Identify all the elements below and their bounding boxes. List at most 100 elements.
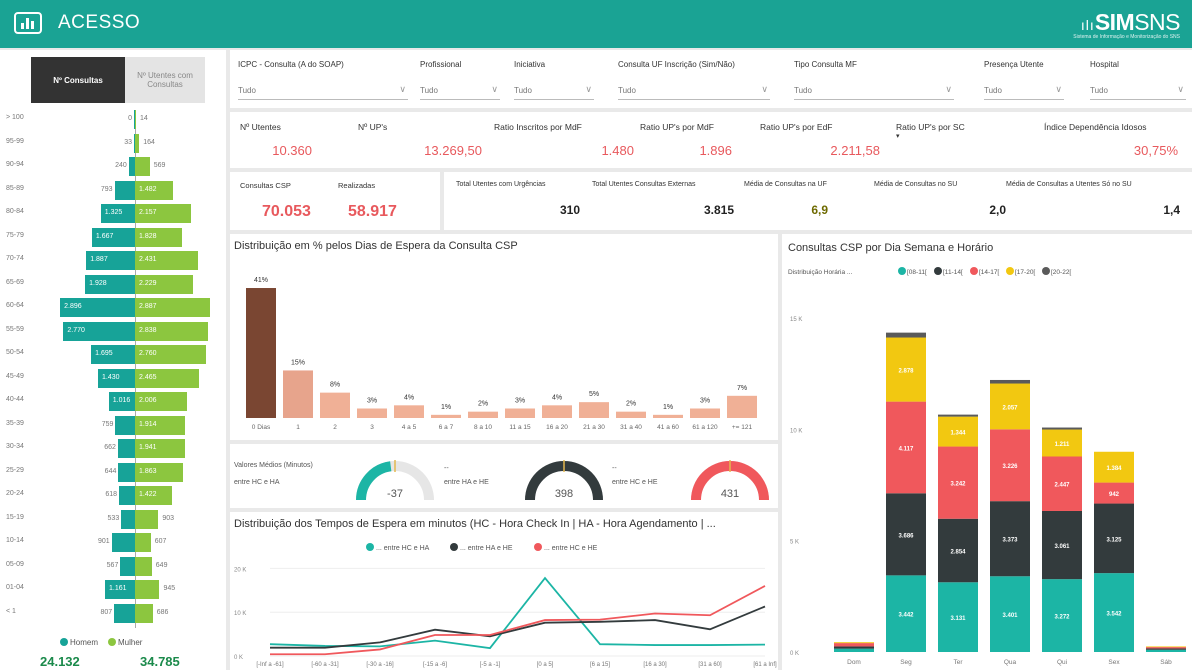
wait-bar-label: 15% <box>291 359 305 366</box>
wait-bar <box>690 408 720 418</box>
kpi-value: 58.917 <box>348 203 397 220</box>
segment-label: 2.878 <box>898 369 914 375</box>
age-label: 65-69 <box>6 278 24 286</box>
pyramid-row: 70-74 1.887 2.431 <box>0 251 226 270</box>
filter-label: Presença Utente <box>984 60 1044 69</box>
legend-dot <box>534 543 542 551</box>
filter-select[interactable]: Tudo <box>514 82 594 100</box>
female-value: 945 <box>163 585 176 592</box>
legend-dot <box>1006 267 1014 275</box>
male-value: 0 <box>128 115 132 122</box>
wait-bar <box>357 408 387 418</box>
pyramid-row: 60-64 2.896 2.887 <box>0 298 226 317</box>
male-value: 1.928 <box>89 279 107 287</box>
filter-select[interactable]: Tudo <box>984 82 1064 100</box>
series-line <box>269 576 766 650</box>
stack-segment <box>834 643 874 647</box>
age-label: 80-84 <box>6 208 24 215</box>
wait-x-tick: 0 Dias <box>252 424 271 431</box>
female-value: 2.229 <box>139 279 157 287</box>
filter-select[interactable]: Tudo <box>1090 82 1186 100</box>
x-tick: [61 a Inf] <box>753 662 777 668</box>
filter-4[interactable]: Consulta UF Inscrição (Sim/Não) Tudo <box>618 55 770 105</box>
stack-segment <box>886 332 926 338</box>
wait-x-tick: 6 a 7 <box>439 424 454 431</box>
segment-label: 3.226 <box>1002 464 1018 470</box>
segment-label: 2.447 <box>1054 483 1070 489</box>
kpi-label: Consultas CSP <box>240 181 291 190</box>
legend-label: [20-22[ <box>1051 269 1071 276</box>
legend-label: [11-14[ <box>943 269 963 276</box>
male-value: 240 <box>115 162 127 169</box>
filter-5[interactable]: Tipo Consulta MF Tudo <box>794 55 954 105</box>
pyramid-row: 30-34 662 1.941 <box>0 439 226 458</box>
legend-label: [17-20[ <box>1015 269 1035 276</box>
age-label: 60-64 <box>6 302 24 309</box>
male-value: 1.016 <box>112 397 131 404</box>
male-value: 644 <box>104 467 117 475</box>
male-value: 33 <box>124 138 132 146</box>
gauge-value: -37 <box>387 488 403 500</box>
male-value: 2.770 <box>67 326 85 334</box>
kpi-row-1 <box>230 112 1192 168</box>
wait-x-tick: 4 a 5 <box>402 424 417 431</box>
filter-select[interactable]: Tudo <box>238 82 408 100</box>
toggle-utentes[interactable]: Nº Utentes com Consultas <box>125 57 205 103</box>
age-label: 01-04 <box>6 584 24 591</box>
x-tick: Qua <box>1004 659 1017 666</box>
toggle-consultas[interactable]: Nº Consultas <box>31 57 125 103</box>
wait-bar <box>727 395 757 418</box>
wait-bar-label: 8% <box>330 382 340 389</box>
filter-3[interactable]: Iniciativa Tudo <box>514 55 594 105</box>
male-bar <box>114 180 135 200</box>
female-value: 903 <box>162 514 175 522</box>
filter-7[interactable]: Hospital Tudo <box>1090 55 1186 105</box>
segment-label: 1.344 <box>950 431 966 437</box>
female-value: 1.863 <box>139 467 157 475</box>
legend-label: ... entre HC e HA <box>376 545 430 552</box>
age-label: 30-34 <box>6 443 24 450</box>
female-value: 569 <box>153 162 166 169</box>
female-value: 2.157 <box>139 209 157 216</box>
wait-x-tick: 31 a 40 <box>620 424 642 431</box>
male-bar <box>120 556 135 576</box>
wait-bar <box>468 411 498 418</box>
kpi-label: Média de Consultas no SU <box>874 181 958 188</box>
age-label: 70-74 <box>6 255 24 262</box>
filter-2[interactable]: Profissional Tudo <box>420 55 500 105</box>
kpi-label: Realizadas <box>338 181 376 190</box>
x-tick: [31 a 60] <box>698 662 722 668</box>
wait-x-tick: 3 <box>370 424 374 431</box>
wait-bar <box>505 408 535 418</box>
legend-dot <box>970 267 978 275</box>
filter-1[interactable]: ICPC - Consulta (A do SOAP) Tudo <box>238 55 408 105</box>
filter-select[interactable]: Tudo <box>794 82 954 100</box>
stack-segment <box>834 642 874 644</box>
pyramid-row: 20-24 618 1.422 <box>0 486 226 505</box>
female-value: 1.482 <box>139 185 157 193</box>
filter-select[interactable]: Tudo <box>618 82 770 100</box>
male-bar <box>118 462 135 482</box>
page-title: ACESSO <box>58 12 141 33</box>
filter-6[interactable]: Presença Utente Tudo <box>984 55 1064 105</box>
kpi-value: 13.269,50 <box>424 143 482 158</box>
pyramid-row: 35-39 759 1.914 <box>0 415 226 435</box>
brand-logo: ılıSIMSNS <box>1080 9 1181 35</box>
chart-logo-icon <box>14 12 42 34</box>
female-value: 2.431 <box>139 256 157 263</box>
legend-dot <box>366 543 374 551</box>
age-label: 40-44 <box>6 396 24 403</box>
male-value: 1.430 <box>102 373 120 381</box>
x-tick: [-Inf a -61] <box>256 662 284 668</box>
segment-label: 4.117 <box>899 446 914 452</box>
female-bar <box>135 157 150 176</box>
kpi-label: Ratio UP's por SC <box>896 122 965 132</box>
segment-label: 3.272 <box>1054 615 1070 621</box>
filter-select[interactable]: Tudo <box>420 82 500 100</box>
male-bar <box>117 439 135 458</box>
brand-rest: SNS <box>1134 9 1180 35</box>
female-value: 607 <box>154 538 167 545</box>
kpi-label: Ratio UP's por EdF <box>760 122 833 132</box>
caret-icon: ▾ <box>896 133 900 140</box>
segment-label: 3.061 <box>1054 544 1070 550</box>
